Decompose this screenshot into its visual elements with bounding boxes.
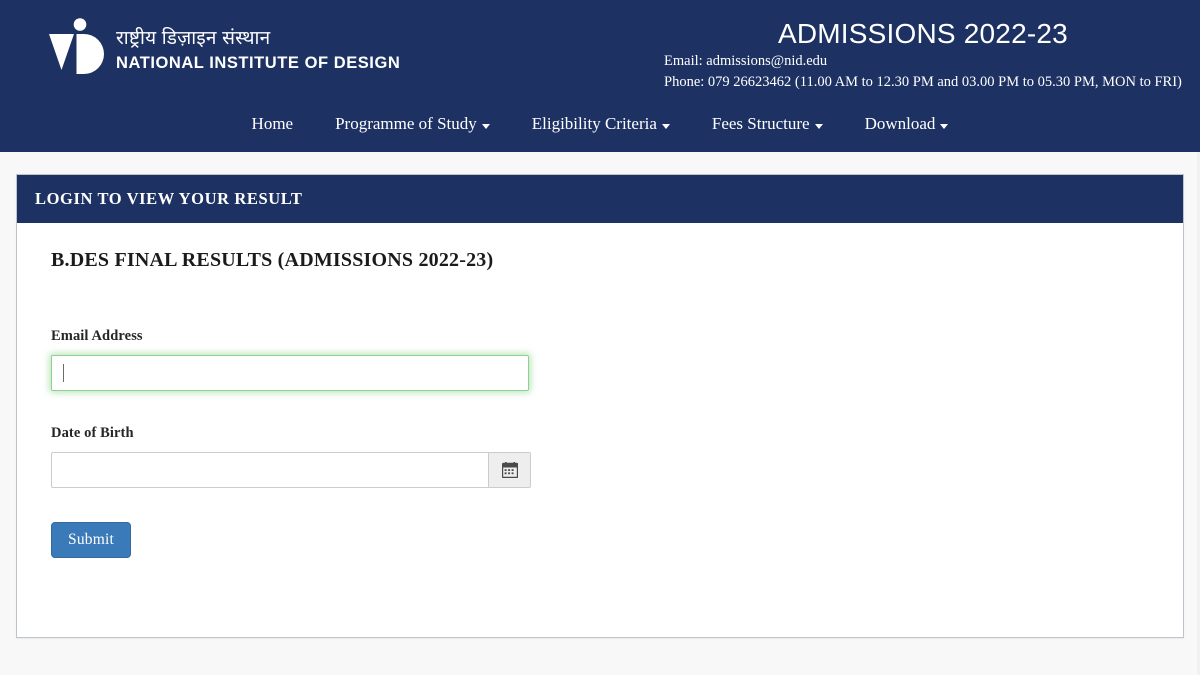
brand-name-english: NATIONAL INSTITUTE OF DESIGN	[116, 53, 401, 72]
nav-item-label: Fees Structure	[711, 114, 810, 133]
email-form-group: Email Address	[51, 328, 1163, 391]
submit-button[interactable]: Submit	[51, 522, 131, 558]
admissions-info-block: ADMISSIONS 2022-23 Email: admissions@nid…	[664, 16, 1182, 93]
nav-item-label: Eligibility Criteria	[531, 114, 657, 133]
nav-item-eligibility-criteria[interactable]: Eligibility Criteria	[511, 110, 691, 138]
chevron-down-icon	[814, 123, 823, 129]
text-caret-icon	[63, 364, 64, 382]
page-title: B.DES FINAL RESULTS (ADMISSIONS 2022-23)	[51, 249, 494, 271]
email-field-label: Email Address	[51, 328, 143, 344]
nav-item-download[interactable]: Download	[844, 110, 970, 138]
nav-item-fees-structure[interactable]: Fees Structure	[691, 110, 844, 138]
dob-input-group	[51, 452, 541, 488]
brand-logo-block[interactable]: राष्ट्रीय डिज़ाइन संस्थान NATIONAL INSTI…	[48, 18, 400, 76]
chevron-down-icon	[940, 123, 949, 129]
email-input-wrapper	[51, 355, 529, 391]
page-body: LOGIN TO VIEW YOUR RESULT B.DES FINAL RE…	[0, 152, 1200, 675]
chevron-down-icon	[661, 123, 670, 129]
date-picker-button[interactable]	[489, 452, 531, 488]
login-panel: LOGIN TO VIEW YOUR RESULT B.DES FINAL RE…	[16, 174, 1184, 638]
nav-item-label: Home	[251, 114, 294, 133]
email-field[interactable]	[51, 355, 529, 391]
site-header: राष्ट्रीय डिज़ाइन संस्थान NATIONAL INSTI…	[0, 0, 1200, 152]
panel-body: B.DES FINAL RESULTS (ADMISSIONS 2022-23)…	[17, 223, 1183, 637]
dob-form-group: Date of Birth	[51, 425, 1163, 488]
nid-vd-monogram-logo-icon	[49, 18, 104, 74]
brand-name-hindi: राष्ट्रीय डिज़ाइन संस्थान	[116, 28, 271, 49]
admissions-title: ADMISSIONS 2022-23	[777, 18, 1068, 49]
nav-item-home[interactable]: Home	[231, 110, 315, 138]
login-form: Email Address Date of Birth Submit	[37, 328, 1163, 558]
calendar-icon	[501, 462, 518, 478]
panel-heading: LOGIN TO VIEW YOUR RESULT	[17, 175, 1183, 223]
dob-field[interactable]	[51, 452, 489, 488]
chevron-down-icon	[481, 123, 490, 129]
contact-email-line: Email: admissions@nid.edu	[664, 53, 828, 69]
nav-item-label: Programme of Study	[335, 114, 477, 133]
nav-item-programme-of-study[interactable]: Programme of Study	[314, 110, 511, 138]
nav-item-label: Download	[864, 114, 936, 133]
brand-text: राष्ट्रीय डिज़ाइन संस्थान NATIONAL INSTI…	[116, 18, 400, 74]
contact-phone-line: Phone: 079 26623462 (11.00 AM to 12.30 P…	[664, 74, 1182, 91]
dob-field-label: Date of Birth	[51, 425, 134, 441]
main-navigation: Home Programme of Study Eligibility Crit…	[0, 110, 1200, 138]
